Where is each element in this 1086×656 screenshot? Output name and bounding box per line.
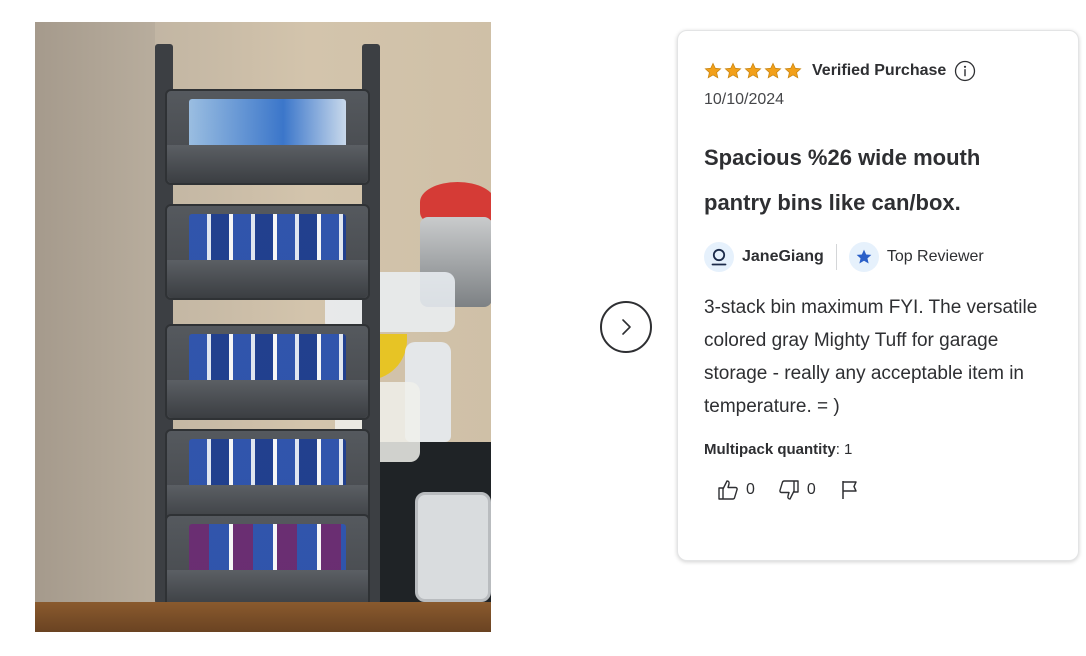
review-photo[interactable]	[35, 22, 491, 632]
photo-red-bowl	[420, 182, 491, 222]
photo-floor	[35, 602, 491, 632]
not-helpful-button[interactable]: 0	[777, 478, 816, 502]
user-icon	[711, 248, 727, 266]
multipack-value: 1	[844, 441, 853, 458]
next-review-button[interactable]	[600, 301, 652, 353]
photo-bin	[165, 204, 370, 300]
bin-lip	[167, 145, 368, 183]
photo-bin	[165, 514, 370, 610]
info-icon[interactable]	[954, 60, 976, 82]
chevron-right-icon	[622, 319, 631, 335]
not-helpful-count: 0	[806, 481, 816, 498]
review-gallery: Verified Purchase 10/10/2024 Spacious %2…	[0, 0, 1086, 656]
photo-bin-rack	[155, 44, 380, 614]
flag-icon	[842, 481, 857, 499]
helpful-button[interactable]: 0	[716, 478, 755, 502]
author-row: JaneGiang Top Reviewer	[704, 241, 1052, 273]
thumbs-up-icon	[718, 480, 738, 500]
review-title: Spacious %26 wide mouth pantry bins like…	[704, 145, 981, 215]
review-card: Verified Purchase 10/10/2024 Spacious %2…	[677, 30, 1079, 561]
helpful-count: 0	[746, 481, 755, 498]
report-button[interactable]	[838, 478, 862, 502]
thumbs-down-icon	[779, 480, 799, 500]
photo-bin	[165, 324, 370, 420]
star-icon	[764, 62, 782, 79]
photo-wall	[35, 22, 155, 632]
multipack-label: Multipack quantity	[704, 441, 836, 458]
photo-basket	[415, 492, 491, 602]
bin-lip	[167, 380, 368, 418]
review-actions: 0 0	[704, 478, 1052, 502]
multipack-quantity: Multipack quantity: 1	[704, 441, 853, 458]
star-rating	[704, 62, 802, 80]
avatar	[704, 242, 734, 272]
verified-purchase-label: Verified Purchase	[812, 62, 947, 79]
review-date: 10/10/2024	[704, 91, 785, 108]
divider	[835, 244, 837, 270]
badge-label: Top Reviewer	[886, 248, 984, 265]
star-icon	[784, 62, 802, 79]
review-body: 3-stack bin maximum FYI. The versatile c…	[704, 297, 1038, 417]
author-name[interactable]: JaneGiang	[742, 248, 824, 266]
star-icon	[704, 62, 722, 79]
star-badge-icon	[856, 249, 872, 264]
bin-lip	[167, 260, 368, 298]
photo-bin	[165, 429, 370, 525]
star-icon	[744, 62, 762, 79]
top-reviewer-badge	[848, 242, 879, 272]
rating-row: Verified Purchase	[704, 59, 1052, 83]
photo-bin	[165, 89, 370, 185]
star-icon	[724, 62, 742, 79]
